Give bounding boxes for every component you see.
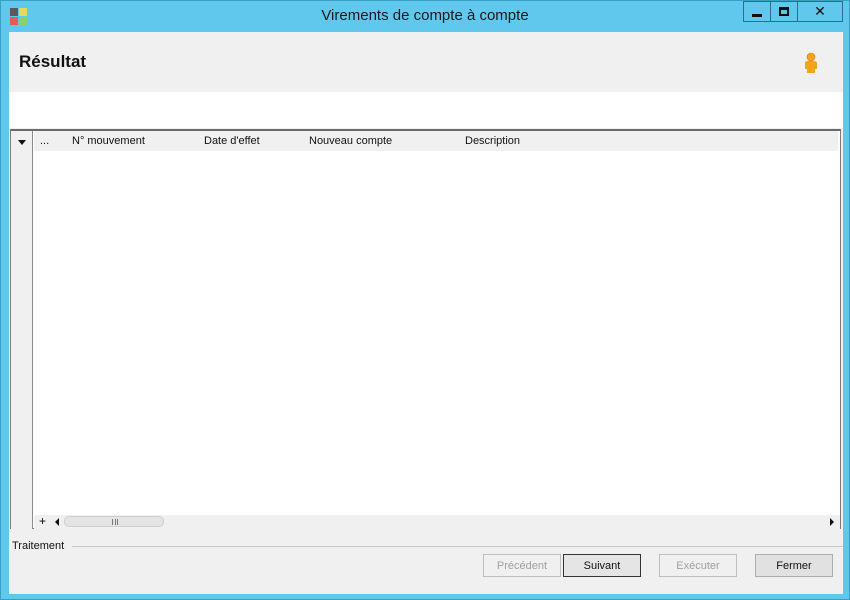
column-header-nouveau-compte[interactable]: Nouveau compte [309,135,392,147]
grip-icon [112,519,118,525]
add-row-button[interactable]: + [39,514,46,528]
group-label: Traitement [12,540,65,552]
info-panel [9,92,843,128]
close-window-button[interactable]: ✕ [797,1,843,22]
scroll-left-icon[interactable] [55,518,59,526]
grid-footer: + [34,514,840,529]
column-header-date-effet[interactable]: Date d'effet [204,135,260,147]
close-button[interactable]: Fermer [755,554,833,577]
minimize-icon [752,14,762,17]
execute-button[interactable]: Exécuter [659,554,737,577]
user-icon [805,52,817,73]
results-grid[interactable]: ... N° mouvement Date d'effet Nouveau co… [10,129,841,529]
header-band: Résultat [9,32,843,92]
application-window: Virements de compte à compte ✕ Résultat … [0,0,850,600]
window-title: Virements de compte à compte [321,7,529,24]
grid-body[interactable] [34,151,840,515]
previous-button[interactable]: Précédent [483,554,561,577]
page-title: Résultat [19,52,87,71]
column-selector-button[interactable]: ... [40,135,49,147]
close-icon: ✕ [814,3,826,20]
group-divider [72,546,843,547]
chevron-down-icon[interactable] [18,140,26,145]
column-header-description[interactable]: Description [465,135,520,147]
column-header-mouvement[interactable]: N° mouvement [72,135,145,147]
horizontal-scrollbar-thumb[interactable] [64,516,164,527]
row-header-column [11,131,33,529]
maximize-icon [779,7,789,16]
title-bar[interactable]: Virements de compte à compte ✕ [1,1,849,32]
minimize-button[interactable] [743,1,771,22]
maximize-button[interactable] [770,1,798,22]
dialog-client-area: Résultat ... N° mouvement Date d'effet N… [9,32,843,594]
next-button[interactable]: Suivant [563,554,641,577]
scroll-right-icon[interactable] [830,518,834,526]
grid-header-row: ... N° mouvement Date d'effet Nouveau co… [34,131,838,151]
